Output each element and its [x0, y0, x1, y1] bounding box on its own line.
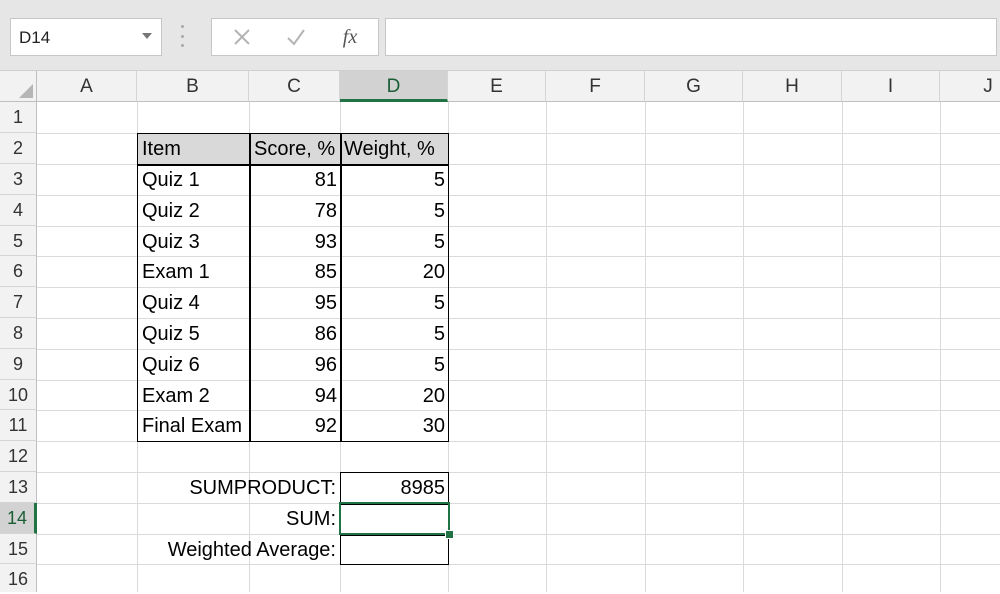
sumproduct-label[interactable]: SUMPRODUCT: — [140, 473, 336, 503]
formula-bar: D14 fx — [0, 0, 1000, 71]
item-cell[interactable]: Exam 2 — [142, 381, 210, 411]
row-header-7[interactable]: 7 — [0, 287, 37, 318]
weight-cell[interactable]: 20 — [341, 381, 445, 411]
score-cell[interactable]: 81 — [250, 165, 337, 195]
weight-cell[interactable]: 5 — [341, 227, 445, 257]
row-header-9[interactable]: 9 — [0, 349, 37, 380]
insert-function-icon[interactable]: fx — [324, 19, 376, 55]
row-header-16[interactable]: 16 — [0, 564, 37, 592]
item-cell[interactable]: Quiz 1 — [142, 165, 200, 195]
row-header-8[interactable]: 8 — [0, 318, 37, 349]
row-header-6[interactable]: 6 — [0, 256, 37, 287]
weight-cell[interactable]: 5 — [341, 196, 445, 226]
column-header-i[interactable]: I — [842, 71, 940, 102]
formula-input[interactable] — [385, 18, 997, 56]
row-header-15[interactable]: 15 — [0, 534, 37, 564]
column-header-f[interactable]: F — [546, 71, 645, 102]
item-cell[interactable]: Quiz 5 — [142, 319, 200, 349]
weight-cell[interactable]: 5 — [341, 165, 445, 195]
item-cell[interactable]: Final Exam — [142, 411, 242, 441]
chevron-down-icon[interactable] — [142, 33, 152, 39]
column-header-j[interactable]: J — [940, 71, 1000, 102]
name-box[interactable]: D14 — [10, 18, 162, 56]
column-header-c[interactable]: C — [249, 71, 340, 102]
item-cell[interactable]: Quiz 3 — [142, 227, 200, 257]
enter-check-icon[interactable] — [270, 19, 322, 55]
score-cell[interactable]: 93 — [250, 227, 337, 257]
row-header-13[interactable]: 13 — [0, 472, 37, 503]
weight-cell[interactable]: 20 — [341, 257, 445, 287]
sum-label[interactable]: SUM: — [140, 504, 336, 534]
weighted-average-label[interactable]: Weighted Average: — [140, 535, 336, 565]
score-cell[interactable]: 86 — [250, 319, 337, 349]
select-all-corner[interactable] — [0, 71, 37, 102]
weight-cell[interactable]: 30 — [341, 411, 445, 441]
row-header-2[interactable]: 2 — [0, 133, 37, 164]
row-header-1[interactable]: 1 — [0, 102, 37, 133]
item-cell[interactable]: Quiz 4 — [142, 288, 200, 318]
weight-cell[interactable]: 5 — [341, 288, 445, 318]
score-cell[interactable]: 94 — [250, 381, 337, 411]
item-cell[interactable]: Quiz 6 — [142, 350, 200, 380]
item-cell[interactable]: Quiz 2 — [142, 196, 200, 226]
table-header-weight[interactable]: Weight, % — [344, 134, 435, 164]
weight-cell[interactable]: 5 — [341, 319, 445, 349]
row-header-12[interactable]: 12 — [0, 441, 37, 472]
row-header-11[interactable]: 11 — [0, 410, 37, 441]
item-cell[interactable]: Exam 1 — [142, 257, 210, 287]
active-cell-selection[interactable] — [339, 502, 450, 535]
drag-grip-icon[interactable] — [181, 25, 185, 47]
score-cell[interactable]: 78 — [250, 196, 337, 226]
name-box-value: D14 — [19, 28, 51, 47]
cancel-icon[interactable] — [216, 19, 268, 55]
table-header-score[interactable]: Score, % — [254, 134, 335, 164]
column-header-h[interactable]: H — [743, 71, 842, 102]
column-header-g[interactable]: G — [645, 71, 743, 102]
weight-cell[interactable]: 5 — [341, 350, 445, 380]
formula-buttons: fx — [211, 18, 379, 56]
score-cell[interactable]: 92 — [250, 411, 337, 441]
score-cell[interactable]: 95 — [250, 288, 337, 318]
column-header-a[interactable]: A — [37, 71, 137, 102]
sumproduct-value[interactable]: 8985 — [341, 473, 446, 503]
fill-handle[interactable] — [445, 530, 454, 539]
row-header-3[interactable]: 3 — [0, 164, 37, 195]
row-header-4[interactable]: 4 — [0, 195, 37, 226]
column-header-e[interactable]: E — [448, 71, 546, 102]
row-header-5[interactable]: 5 — [0, 226, 37, 256]
table-header-item[interactable]: Item — [142, 134, 181, 164]
row-header-14[interactable]: 14 — [0, 503, 37, 534]
column-header-d[interactable]: D — [340, 71, 448, 102]
score-cell[interactable]: 96 — [250, 350, 337, 380]
column-header-b[interactable]: B — [137, 71, 249, 102]
score-cell[interactable]: 85 — [250, 257, 337, 287]
row-header-10[interactable]: 10 — [0, 380, 37, 410]
